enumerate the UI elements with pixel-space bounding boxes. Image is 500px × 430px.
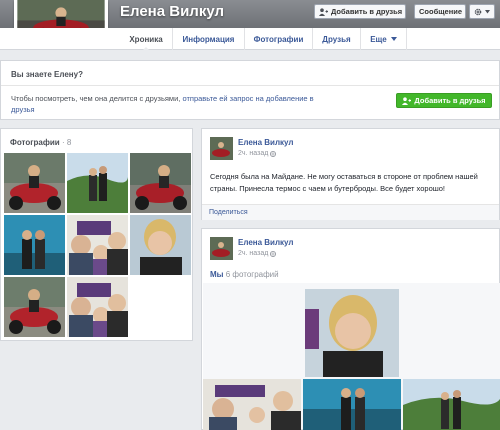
photo-thumb-portrait[interactable] <box>130 215 191 275</box>
message-button[interactable]: Сообщение <box>414 4 466 19</box>
do-you-know-text: Чтобы посмотреть, чем она делится с друз… <box>11 94 314 114</box>
post-maidan: Елена Вилкул 2ч. назад Сегодня была на М… <box>201 128 500 220</box>
album-photo-family[interactable] <box>203 379 301 430</box>
profile-tabs: Хроника Информация Фотографии Друзья Еще <box>0 28 500 51</box>
author-avatar[interactable] <box>210 237 233 260</box>
add-friend-green-button[interactable]: Добавить в друзья <box>396 93 492 108</box>
album-photo-couple-sea[interactable] <box>303 379 401 430</box>
album-link[interactable]: Мы <box>210 270 224 279</box>
photo-thumb-family-2[interactable] <box>67 277 128 337</box>
gear-icon <box>474 8 482 16</box>
photo-thumb-motorcycle[interactable] <box>4 153 65 213</box>
add-friend-icon <box>319 7 328 16</box>
author-avatar[interactable] <box>210 137 233 160</box>
album-photo-couple-hills[interactable] <box>403 379 500 430</box>
add-friend-label: Добавить в друзья <box>331 7 403 16</box>
globe-icon <box>270 250 277 257</box>
album-grid <box>203 283 500 430</box>
do-you-know-title: Вы знаете Елену? <box>11 70 83 79</box>
message-label: Сообщение <box>419 7 463 16</box>
divider <box>1 85 499 86</box>
do-you-know-box: Вы знаете Елену? Чтобы посмотреть, чем о… <box>0 60 500 120</box>
post-album: Елена Вилкул 2ч. назад Мы 6 фотографий <box>201 228 500 430</box>
photo-thumb-couple-sea[interactable] <box>4 215 65 275</box>
photos-title[interactable]: Фотографии · 8 <box>10 138 71 147</box>
album-photo-portrait[interactable] <box>305 289 399 377</box>
post-time[interactable]: 2ч. назад <box>238 150 277 157</box>
profile-name: Елена Вилкул <box>120 3 225 20</box>
post-author[interactable]: Елена Вилкул <box>238 138 293 147</box>
more-actions-button[interactable] <box>469 4 495 19</box>
album-title: Мы 6 фотографий <box>210 270 279 279</box>
tab-friends[interactable]: Друзья <box>312 28 360 50</box>
photo-thumb-motorcycle-2[interactable] <box>130 153 191 213</box>
tab-photos[interactable]: Фотографии <box>244 28 312 50</box>
tab-timeline[interactable]: Хроника <box>120 28 172 51</box>
post-actions: Поделиться <box>202 204 499 220</box>
post-author[interactable]: Елена Вилкул <box>238 238 293 247</box>
tab-info[interactable]: Информация <box>172 28 244 50</box>
photo-thumb-family[interactable] <box>67 215 128 275</box>
album-count: 6 фотографий <box>225 270 279 279</box>
photo-thumb-couple-hills[interactable] <box>67 153 128 213</box>
globe-icon <box>270 150 277 157</box>
post-time[interactable]: 2ч. назад <box>238 250 277 257</box>
photos-box: Фотографии · 8 <box>0 128 193 341</box>
photo-thumb-motorcycle-3[interactable] <box>4 277 65 337</box>
chevron-down-icon <box>485 9 490 14</box>
post-text: Сегодня была на Майдане. Не могу остават… <box>210 172 478 193</box>
chevron-down-icon <box>390 37 397 41</box>
add-friend-icon <box>402 96 412 105</box>
tab-more[interactable]: Еще <box>360 28 406 50</box>
share-link[interactable]: Поделиться <box>209 209 248 216</box>
add-friend-button[interactable]: Добавить в друзья <box>314 4 406 19</box>
